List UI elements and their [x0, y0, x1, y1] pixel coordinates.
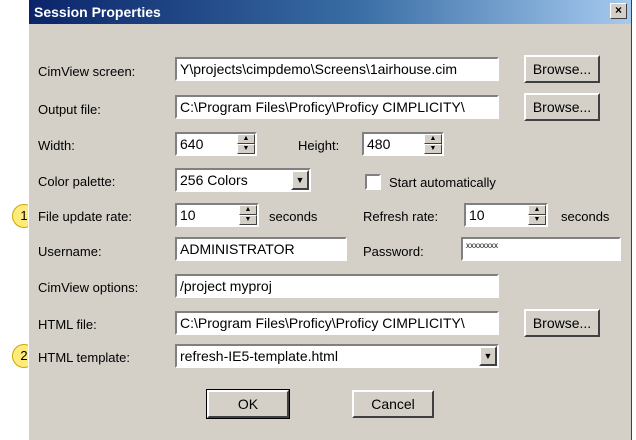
file-update-rate-value: 10 [180, 207, 196, 223]
spin-down-icon[interactable]: ▼ [528, 215, 546, 225]
color-palette-select[interactable]: 256 Colors ▼ [175, 168, 311, 192]
html-file-label: HTML file: [38, 317, 97, 332]
cimview-options-label: CimView options: [38, 280, 139, 295]
ok-button[interactable]: OK [206, 389, 290, 419]
width-spinbox[interactable]: 640 ▲ ▼ [175, 132, 257, 156]
spin-up-icon[interactable]: ▲ [239, 205, 257, 215]
refresh-rate-spinner[interactable]: ▲ ▼ [528, 205, 546, 225]
html-template-value: refresh-IE5-template.html [180, 348, 338, 364]
spin-down-icon[interactable]: ▼ [239, 215, 257, 225]
file-update-rate-spinner[interactable]: ▲ ▼ [239, 205, 257, 225]
height-spinner[interactable]: ▲ ▼ [424, 134, 442, 154]
start-automatically-checkbox[interactable] [365, 174, 381, 190]
chevron-down-icon[interactable]: ▼ [479, 346, 497, 366]
width-spinner[interactable]: ▲ ▼ [237, 134, 255, 154]
spin-down-icon[interactable]: ▼ [424, 144, 442, 154]
file-update-rate-spinbox[interactable]: 10 ▲ ▼ [175, 203, 259, 227]
output-file-input[interactable]: C:\Program Files\Proficy\Proficy CIMPLIC… [175, 95, 499, 119]
file-update-rate-unit: seconds [269, 209, 318, 224]
refresh-rate-unit: seconds [561, 209, 610, 224]
title-bar: Session Properties × [29, 0, 631, 24]
spin-down-icon[interactable]: ▼ [237, 144, 255, 154]
refresh-rate-spinbox[interactable]: 10 ▲ ▼ [464, 203, 548, 227]
height-label: Height: [298, 138, 340, 153]
username-label: Username: [38, 244, 102, 259]
output-file-label: Output file: [38, 102, 101, 117]
file-update-rate-label: File update rate: [38, 209, 132, 224]
cimview-options-input[interactable]: /project myproj [175, 274, 499, 298]
password-mask: xxxxxxxx [466, 241, 498, 250]
cancel-button[interactable]: Cancel [352, 390, 434, 418]
height-spinbox[interactable]: 480 ▲ ▼ [362, 132, 444, 156]
spin-up-icon[interactable]: ▲ [528, 205, 546, 215]
start-automatically-label: Start automatically [389, 175, 496, 190]
html-template-select[interactable]: refresh-IE5-template.html ▼ [175, 344, 499, 368]
html-file-input[interactable]: C:\Program Files\Proficy\Proficy CIMPLIC… [175, 311, 499, 335]
password-input[interactable]: xxxxxxxx [461, 237, 621, 261]
username-input[interactable]: ADMINISTRATOR [175, 237, 347, 261]
chevron-down-icon[interactable]: ▼ [291, 170, 309, 190]
window-title: Session Properties [34, 4, 161, 20]
height-value: 480 [367, 136, 391, 152]
color-palette-label: Color palette: [38, 174, 116, 189]
spin-up-icon[interactable]: ▲ [237, 134, 255, 144]
session-properties-dialog: Session Properties × CimView screen: Y\p… [28, 0, 632, 440]
color-palette-value: 256 Colors [180, 172, 248, 188]
cimview-screen-label: CimView screen: [38, 64, 136, 79]
width-value: 640 [180, 136, 204, 152]
width-label: Width: [38, 138, 75, 153]
html-template-label: HTML template: [38, 350, 130, 365]
spin-up-icon[interactable]: ▲ [424, 134, 442, 144]
cimview-screen-input[interactable]: Y\projects\cimpdemo\Screens\1airhouse.ci… [175, 57, 499, 81]
refresh-rate-label: Refresh rate: [363, 209, 439, 224]
browse-cimview-screen-button[interactable]: Browse... [524, 55, 600, 83]
browse-output-file-button[interactable]: Browse... [524, 93, 600, 121]
close-button[interactable]: × [610, 3, 627, 19]
password-label: Password: [363, 244, 424, 259]
browse-html-file-button[interactable]: Browse... [524, 309, 600, 337]
refresh-rate-value: 10 [469, 207, 485, 223]
